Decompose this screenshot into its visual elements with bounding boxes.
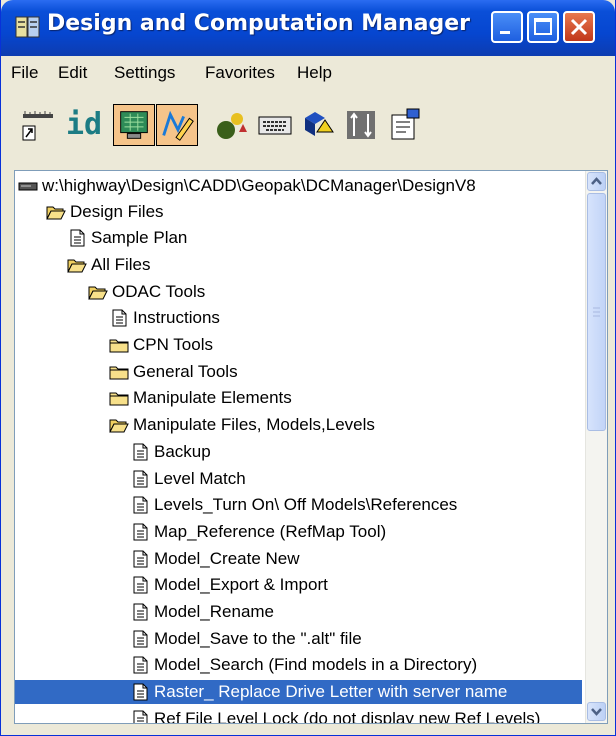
ruler-icon[interactable] <box>17 104 59 146</box>
document-icon <box>133 496 148 514</box>
tree-item[interactable]: Backup <box>130 440 211 464</box>
folder-icon <box>109 339 129 353</box>
tree-item-label: Instructions <box>133 308 220 328</box>
scroll-up-button[interactable] <box>587 172 606 191</box>
tree-item[interactable]: Model_Create New <box>130 547 300 571</box>
document-icon <box>133 630 148 648</box>
pencil-icon[interactable] <box>156 104 198 146</box>
close-icon <box>570 18 588 36</box>
scroll-thumb[interactable] <box>587 193 606 431</box>
properties-icon[interactable] <box>383 104 425 146</box>
tree-item[interactable]: Model_Rename <box>130 600 274 624</box>
keyboard-icon[interactable] <box>254 104 296 146</box>
tree-item-label: Level Match <box>154 468 246 488</box>
monitor-icon[interactable] <box>113 104 155 146</box>
tree-item[interactable]: Model_Save to the ".alt" file <box>130 627 362 651</box>
tree-root-label: w:\highway\Design\CADD\Geopak\DCManager\… <box>42 176 476 195</box>
document-icon <box>112 309 127 327</box>
maximize-icon <box>534 18 552 35</box>
tree-item[interactable]: Model_Export & Import <box>130 573 328 597</box>
tree-item-label: Model_Search (Find models in a Directory… <box>154 655 478 675</box>
window-title: Design and Computation Manager <box>47 11 471 36</box>
document-icon <box>133 470 148 487</box>
menu-edit[interactable]: Edit <box>58 63 87 83</box>
document-icon <box>133 683 148 701</box>
tree-item[interactable]: Levels_Turn On\ Off Models\References <box>130 493 457 517</box>
vertical-scrollbar[interactable] <box>585 171 607 723</box>
tree-item[interactable]: Sample Plan <box>67 226 187 250</box>
document-icon <box>133 603 148 621</box>
maximize-button[interactable] <box>527 11 559 43</box>
tree-item[interactable]: Raster_ Replace Drive Letter with server… <box>15 680 582 705</box>
folder-open-icon <box>46 206 66 219</box>
folder-icon <box>109 366 129 380</box>
tree-item-label: Model_Create New <box>154 548 300 568</box>
title-bar[interactable]: Design and Computation Manager <box>1 0 615 56</box>
folder-open-icon <box>67 259 87 273</box>
folder-open-icon <box>88 286 108 300</box>
tree-item-label: Ref File Level Lock (do not display new … <box>154 708 541 724</box>
tree-item-label: Map_Reference (RefMap Tool) <box>154 521 387 541</box>
toolbar: id <box>1 90 615 160</box>
document-icon <box>70 229 85 247</box>
tree-item-label: Sample Plan <box>91 228 188 248</box>
document-icon <box>133 550 148 568</box>
document-icon <box>133 656 148 674</box>
menu-bar: File Edit Settings Favorites Help <box>1 58 615 88</box>
grip-icon <box>593 307 600 317</box>
tree-item[interactable]: Instructions <box>109 306 220 330</box>
tree-item[interactable]: Ref File Level Lock (do not display new … <box>130 707 541 724</box>
tree-item-label: Model_Rename <box>154 602 275 621</box>
tree-item[interactable]: Manipulate Files, Models,Levels <box>109 413 375 437</box>
tree-item-label: Model_Save to the ".alt" file <box>154 628 362 648</box>
id-icon[interactable]: id <box>63 104 105 146</box>
chevron-down-icon <box>591 708 602 716</box>
menu-help[interactable]: Help <box>297 63 332 83</box>
document-icon <box>133 443 148 461</box>
close-button[interactable] <box>563 11 595 43</box>
shapes-icon[interactable] <box>211 104 253 146</box>
tree-item-label: Design Files <box>70 201 164 221</box>
tree-item[interactable]: Manipulate Elements <box>109 386 292 410</box>
file-tree[interactable]: w:\highway\Design\CADD\Geopak\DCManager\… <box>14 170 608 724</box>
dcm-window: Design and Computation Manager File Edit… <box>0 0 616 736</box>
tree-item[interactable]: All Files <box>67 253 151 277</box>
document-icon <box>133 576 148 594</box>
tree-item-label: General Tools <box>133 361 238 381</box>
folder-icon <box>109 392 129 406</box>
tree-item-label: All Files <box>91 254 151 274</box>
scroll-down-button[interactable] <box>587 702 606 721</box>
tree-item[interactable]: Map_Reference (RefMap Tool) <box>130 520 386 544</box>
menu-file[interactable]: File <box>11 63 38 83</box>
tree-item-label: Manipulate Files, Models,Levels <box>133 415 375 435</box>
tree-item-label: Raster_ Replace Drive Letter with server… <box>154 682 508 702</box>
grid-arrows-icon[interactable] <box>340 104 382 146</box>
cubes-icon[interactable] <box>297 104 339 146</box>
minimize-icon <box>500 31 510 34</box>
app-icon <box>15 16 40 38</box>
document-icon <box>133 523 148 541</box>
tree-item-label: CPN Tools <box>133 335 213 354</box>
tree-item-label: Model_Export & Import <box>154 575 328 595</box>
tree-root[interactable]: w:\highway\Design\CADD\Geopak\DCManager\… <box>18 174 476 198</box>
tree-item[interactable]: Level Match <box>130 467 246 491</box>
tree-item-label: Backup <box>154 441 211 461</box>
tree-item[interactable]: General Tools <box>109 360 238 384</box>
menu-favorites[interactable]: Favorites <box>205 63 275 83</box>
menu-settings[interactable]: Settings <box>114 63 175 83</box>
tree-item[interactable]: Model_Search (Find models in a Directory… <box>130 653 477 677</box>
tree-item-label: Manipulate Elements <box>133 388 292 408</box>
tree-item-label: ODAC Tools <box>112 281 206 301</box>
minimize-button[interactable] <box>491 11 523 43</box>
tree-item-label: Levels_Turn On\ Off Models\References <box>154 495 458 515</box>
document-icon <box>133 710 148 723</box>
folder-open-icon <box>109 419 129 433</box>
chevron-up-icon <box>591 177 602 185</box>
tree-item[interactable]: ODAC Tools <box>88 280 205 304</box>
tree-item[interactable]: Design Files <box>46 200 164 224</box>
drive-icon <box>18 182 38 191</box>
tree-item[interactable]: CPN Tools <box>109 333 213 357</box>
